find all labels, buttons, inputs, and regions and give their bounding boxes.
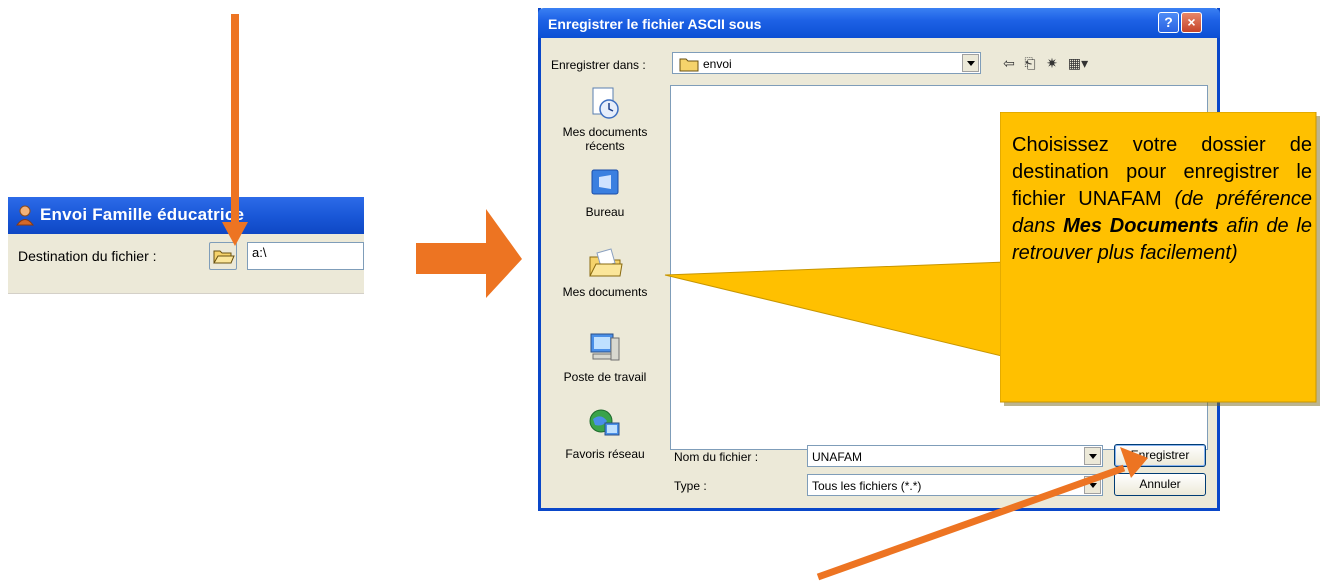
arrow-down-to-browse [222,14,248,246]
annotation-arrows [222,14,1148,581]
arrow-to-save-button [816,447,1148,581]
big-arrow-right [416,209,522,298]
